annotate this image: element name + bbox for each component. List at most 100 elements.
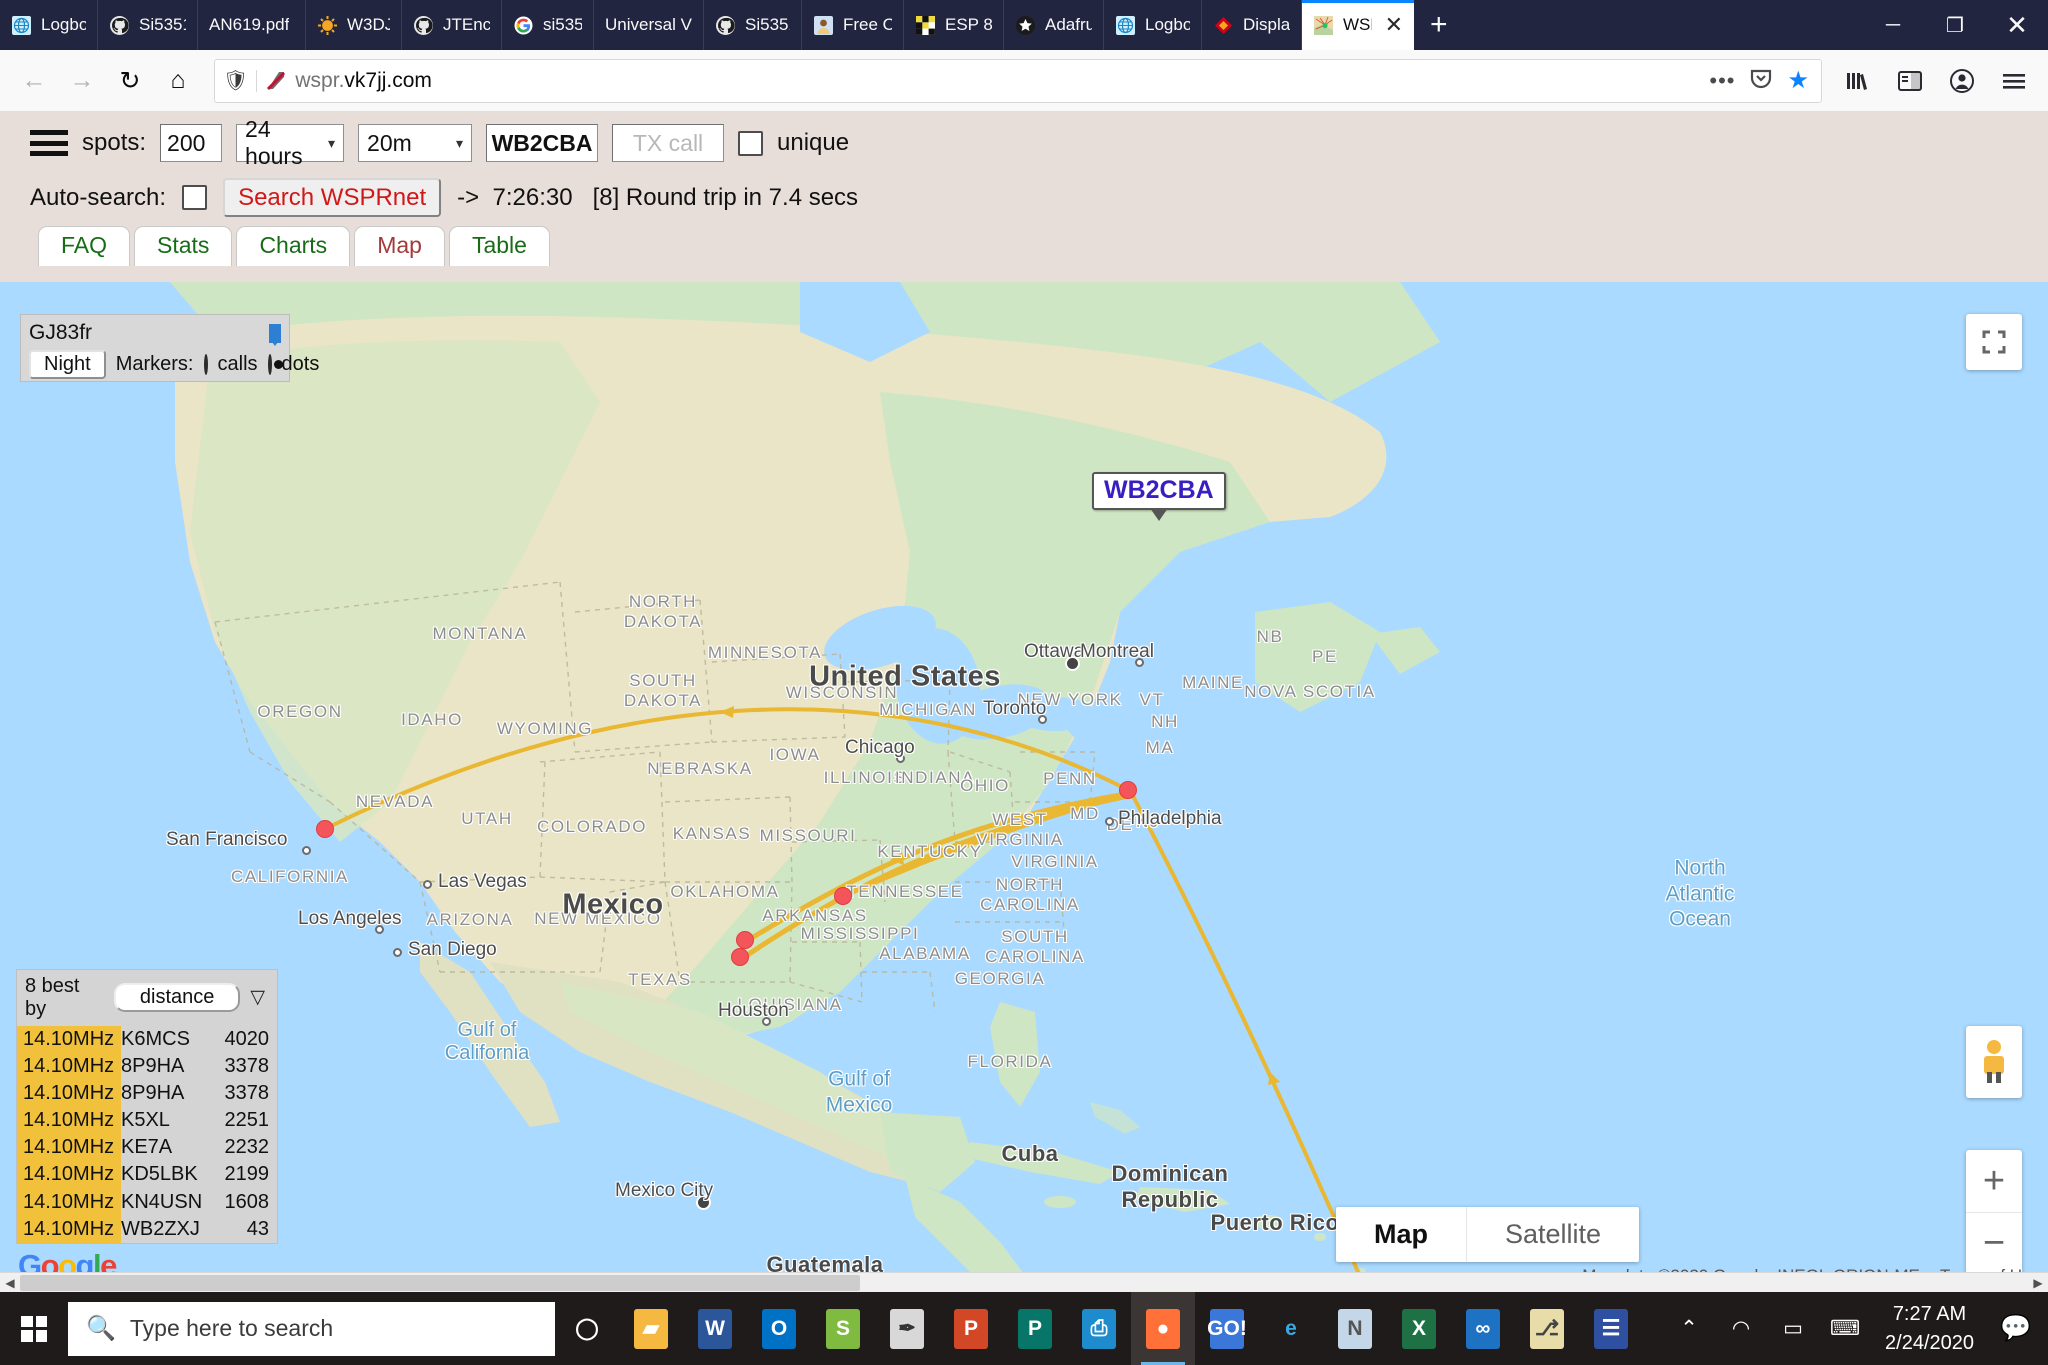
browser-tab-3[interactable]: AN619.pdf [198,0,306,50]
back-icon[interactable]: ← [10,57,58,105]
browser-tab-2[interactable]: Si5351A [98,0,198,50]
horizontal-scrollbar[interactable]: ◀ ▶ [0,1272,2048,1292]
close-tab-icon[interactable]: ✕ [1385,14,1403,36]
taskbar-s-note-icon[interactable]: S [811,1292,875,1365]
taskbar-edge-icon[interactable]: e [1259,1292,1323,1365]
taskbar-firefox-icon[interactable]: ● [1131,1292,1195,1365]
browser-tab-4[interactable]: W3DJS [306,0,402,50]
sidebar-icon[interactable] [1886,57,1934,105]
page-tab-stats[interactable]: Stats [134,226,233,266]
bookmark-star-icon[interactable]: ★ [1787,66,1809,95]
markers-calls-radio[interactable] [203,354,208,375]
map-spot-dot[interactable] [731,948,749,966]
taskbar-google-docs-icon[interactable]: GO! [1195,1292,1259,1365]
map-spot-dot[interactable] [834,887,852,905]
maximize-button[interactable]: ❐ [1924,0,1986,50]
taskbar-word-icon[interactable]: W [683,1292,747,1365]
spots-input[interactable]: 200 [160,124,223,162]
scroll-thumb[interactable] [20,1274,860,1291]
taskbar-clock[interactable]: 7:27 AM 2/24/2020 [1871,1300,1988,1358]
best-spot-row[interactable]: 14.10MHz KE7A 2232 [17,1134,277,1162]
browser-tab-5[interactable]: JTEncod [402,0,502,50]
zoom-out-button[interactable]: − [1966,1212,2022,1274]
scroll-left-arrow[interactable]: ◀ [0,1276,20,1290]
pocket-icon[interactable] [1749,66,1773,96]
triangle-down-icon[interactable]: ▽ [250,986,269,1009]
browser-tab-7[interactable]: Universal V [594,0,704,50]
close-window-button[interactable]: ✕ [1986,0,2048,50]
best-spot-row[interactable]: 14.10MHz KD5LBK 2199 [17,1161,277,1189]
map-type-satellite-button[interactable]: Satellite [1466,1207,1639,1262]
taskbar-printer-icon[interactable]: ⎙ [1067,1292,1131,1365]
taskbar-publisher-icon[interactable]: P [1003,1292,1067,1365]
browser-tab-10[interactable]: ESP 826 [904,0,1004,50]
hamburger-menu-icon[interactable] [1990,57,2038,105]
best-spot-row[interactable]: 14.10MHz KN4USN 1608 [17,1188,277,1216]
windows-start-icon[interactable] [0,1292,68,1365]
band-select[interactable]: 20m ▾ [358,124,473,162]
browser-tab-6[interactable]: si5351 [502,0,594,50]
notification-icon[interactable]: 💬 [1988,1292,2044,1365]
best-spot-row[interactable]: 14.10MHz 8P9HA 3378 [17,1052,277,1080]
home-icon[interactable]: ⌂ [154,57,202,105]
battery-icon[interactable]: ▭ [1767,1292,1819,1365]
taskbar-file-explorer-icon[interactable]: ▰ [619,1292,683,1365]
taskbar-infinity-icon[interactable]: ∞ [1451,1292,1515,1365]
taskbar-search-input[interactable]: 🔍 Type here to search [68,1301,555,1356]
url-text[interactable]: wspr.vk7jj.com [295,69,1701,93]
library-icon[interactable] [1834,57,1882,105]
map-type-map-button[interactable]: Map [1336,1207,1466,1262]
map-pin-icon[interactable] [269,323,281,346]
map-spot-dot[interactable] [1119,781,1137,799]
browser-tab-1[interactable]: Logboo [0,0,98,50]
taskbar-outlook-icon[interactable]: O [747,1292,811,1365]
best-spot-row[interactable]: 14.10MHz K6MCS 4020 [17,1025,277,1053]
best-spot-row[interactable]: 14.10MHz WB2ZXJ 43 [17,1215,277,1243]
page-tab-map[interactable]: Map [354,226,445,266]
taskbar-excel-icon[interactable]: X [1387,1292,1451,1365]
markers-dots-radio[interactable] [267,354,283,375]
taskbar-paint-icon[interactable]: ✒ [875,1292,939,1365]
best-spot-row[interactable]: 14.10MHz 8P9HA 3378 [17,1079,277,1108]
unique-checkbox[interactable] [738,130,764,156]
browser-tab-14[interactable]: WSP ✕ [1302,0,1414,50]
callsign-callout[interactable]: WB2CBA [1092,472,1226,521]
taskbar-schematic-icon[interactable]: ⎇ [1515,1292,1579,1365]
scroll-track[interactable] [20,1273,2028,1293]
auto-search-checkbox[interactable] [182,185,208,210]
tx-call-input[interactable]: TX call [612,124,725,162]
scroll-right-arrow[interactable]: ▶ [2028,1276,2048,1290]
wifi-icon[interactable]: ◠ [1715,1292,1767,1365]
noscript-icon[interactable] [265,70,287,92]
taskbar-app-icon[interactable]: ☰ [1579,1292,1643,1365]
tracking-protection-shield-icon[interactable]: 🛡 [223,68,248,93]
browser-tab-8[interactable]: Si5351A [704,0,802,50]
search-wsprnet-button[interactable]: Search WSPRnet [223,178,442,217]
browser-tab-12[interactable]: Logboo [1104,0,1202,50]
address-bar[interactable]: 🛡 wspr.vk7jj.com ••• ★ [214,58,1822,103]
page-tab-charts[interactable]: Charts [236,226,351,266]
account-icon[interactable] [1938,57,1986,105]
best-spot-row[interactable]: 14.10MHz K5XL 2251 [17,1107,277,1135]
new-tab-button[interactable]: + [1414,0,1464,50]
street-view-pegman-icon[interactable] [1966,1026,2022,1098]
page-actions-icon[interactable]: ••• [1709,68,1735,94]
minimize-button[interactable]: ─ [1862,0,1924,50]
zoom-in-button[interactable]: + [1966,1150,2022,1212]
taskbar-cortana-icon[interactable]: ◯ [555,1292,619,1365]
reload-icon[interactable]: ↻ [106,57,154,105]
page-tab-faq[interactable]: FAQ [38,226,131,266]
browser-tab-11[interactable]: Adafrui [1004,0,1104,50]
map-spot-dot[interactable] [316,820,334,838]
sort-by-button[interactable]: distance [113,983,241,1012]
page-tab-table[interactable]: Table [448,226,550,266]
map-spot-dot[interactable] [736,931,754,949]
fullscreen-icon[interactable] [1966,314,2022,370]
google-map[interactable]: MONTANA NORTH DAKOTA SOUTH DAKOTA MINNESOTA WI… [0,282,2048,1292]
night-toggle-button[interactable]: Night [29,350,106,379]
taskbar-onenote-icon[interactable]: N [1323,1292,1387,1365]
keyboard-icon[interactable]: ⌨ [1819,1292,1871,1365]
forward-icon[interactable]: → [58,57,106,105]
chevron-up-icon[interactable]: ⌃ [1663,1292,1715,1365]
rx-call-input[interactable]: WB2CBA [486,124,599,162]
